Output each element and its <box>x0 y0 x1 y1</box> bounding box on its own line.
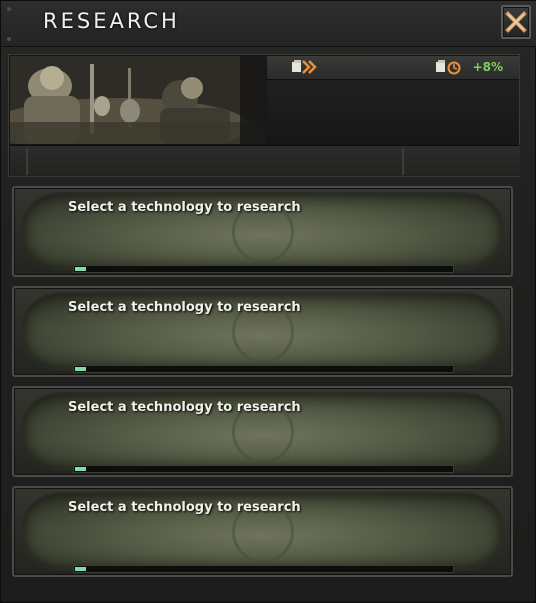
research-slot-2[interactable]: Select a technology to research <box>12 286 513 377</box>
research-bonus-value: +8% <box>472 60 503 74</box>
progress-fill <box>75 467 86 471</box>
research-window: Research <box>0 0 536 603</box>
research-progress-bar <box>73 465 454 473</box>
research-speed-arrows-icon <box>292 60 317 74</box>
research-bonus-indicator[interactable]: +8% <box>435 59 503 75</box>
research-slot-3[interactable]: Select a technology to research <box>12 386 513 477</box>
progress-fill <box>75 567 86 571</box>
title-bar[interactable]: Research <box>1 1 536 47</box>
research-progress-bar <box>73 265 454 273</box>
slot-label: Select a technology to research <box>68 500 301 515</box>
slot-label: Select a technology to research <box>68 200 301 215</box>
research-progress-bar <box>73 565 454 573</box>
close-button[interactable] <box>501 5 531 39</box>
research-slot-1[interactable]: Select a technology to research <box>12 186 513 277</box>
research-progress-bar <box>73 365 454 373</box>
rivet <box>7 37 11 41</box>
progress-fill <box>75 267 86 271</box>
window-title: Research <box>43 9 180 33</box>
slot-label: Select a technology to research <box>68 300 301 315</box>
divider <box>26 148 28 175</box>
header-tab-strip <box>10 145 520 176</box>
close-icon <box>505 11 527 33</box>
research-slot-4[interactable]: Select a technology to research <box>12 486 513 577</box>
research-bonus-clock-icon <box>435 60 461 75</box>
header-info-area <box>267 80 519 144</box>
progress-fill <box>75 367 86 371</box>
slot-label: Select a technology to research <box>68 400 301 415</box>
research-header: +8% <box>8 54 520 177</box>
research-speed-indicator[interactable] <box>291 59 321 75</box>
rivet <box>7 7 11 11</box>
research-stats-bar: +8% <box>267 56 519 80</box>
divider <box>402 148 404 175</box>
scientists-illustration <box>10 56 266 144</box>
research-slots: Select a technology to research Select a… <box>12 186 513 586</box>
